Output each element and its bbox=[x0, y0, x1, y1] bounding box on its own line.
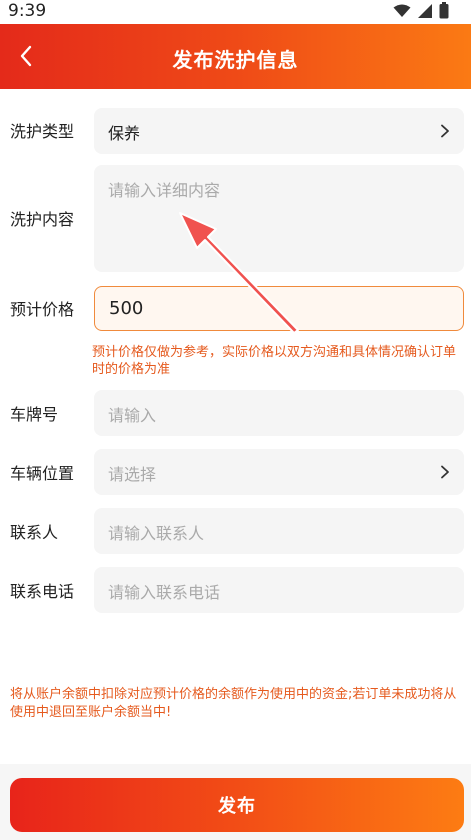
phone-placeholder: 请输入联系电话 bbox=[108, 583, 221, 602]
price-label: 预计价格 bbox=[10, 300, 75, 319]
location-label: 车辆位置 bbox=[10, 464, 75, 483]
location-select[interactable]: 请选择 bbox=[94, 449, 464, 495]
header-bar: 发布洗护信息 bbox=[0, 24, 471, 89]
contact-input[interactable]: 请输入联系人 bbox=[94, 508, 464, 554]
wash-content-placeholder: 请输入详细内容 bbox=[108, 181, 221, 200]
plate-placeholder: 请输入 bbox=[108, 406, 157, 425]
plate-label: 车牌号 bbox=[10, 405, 59, 424]
balance-note: 将从账户余额中扣除对应预计价格的余额作为使用中的资金;若订单未成功将从使用中退回… bbox=[10, 687, 457, 720]
phone-label: 联系电话 bbox=[10, 582, 75, 601]
location-placeholder: 请选择 bbox=[108, 465, 157, 484]
page-title: 发布洗护信息 bbox=[172, 48, 299, 72]
price-value: 500 bbox=[109, 298, 144, 319]
wash-type-select[interactable]: 保养 bbox=[94, 108, 464, 154]
form-area: 洗护类型 保养 洗护内容 请输入详细内容 预计价格 500 预计价格仅做为参考，… bbox=[0, 89, 471, 764]
wifi-icon bbox=[393, 4, 411, 17]
price-input[interactable]: 500 bbox=[94, 286, 464, 331]
status-icons bbox=[393, 2, 449, 19]
price-note: 预计价格仅做为参考，实际价格以双方沟通和具体情况确认订单时的价格为准 bbox=[92, 345, 457, 377]
wash-content-textarea[interactable]: 请输入详细内容 bbox=[94, 165, 464, 272]
contact-label: 联系人 bbox=[10, 523, 59, 542]
wash-content-label: 洗护内容 bbox=[10, 210, 75, 229]
contact-placeholder: 请输入联系人 bbox=[108, 524, 205, 543]
chevron-right-icon bbox=[441, 465, 449, 479]
wash-type-value: 保养 bbox=[108, 124, 141, 143]
publish-button[interactable]: 发布 bbox=[10, 778, 464, 832]
status-time: 9:39 bbox=[8, 1, 47, 21]
plate-input[interactable]: 请输入 bbox=[94, 390, 464, 436]
phone-input[interactable]: 请输入联系电话 bbox=[94, 567, 464, 613]
signal-icon bbox=[418, 3, 432, 18]
wash-type-label: 洗护类型 bbox=[10, 122, 75, 141]
battery-icon bbox=[439, 2, 449, 19]
chevron-right-icon bbox=[441, 124, 449, 138]
status-bar: 9:39 bbox=[0, 0, 471, 24]
